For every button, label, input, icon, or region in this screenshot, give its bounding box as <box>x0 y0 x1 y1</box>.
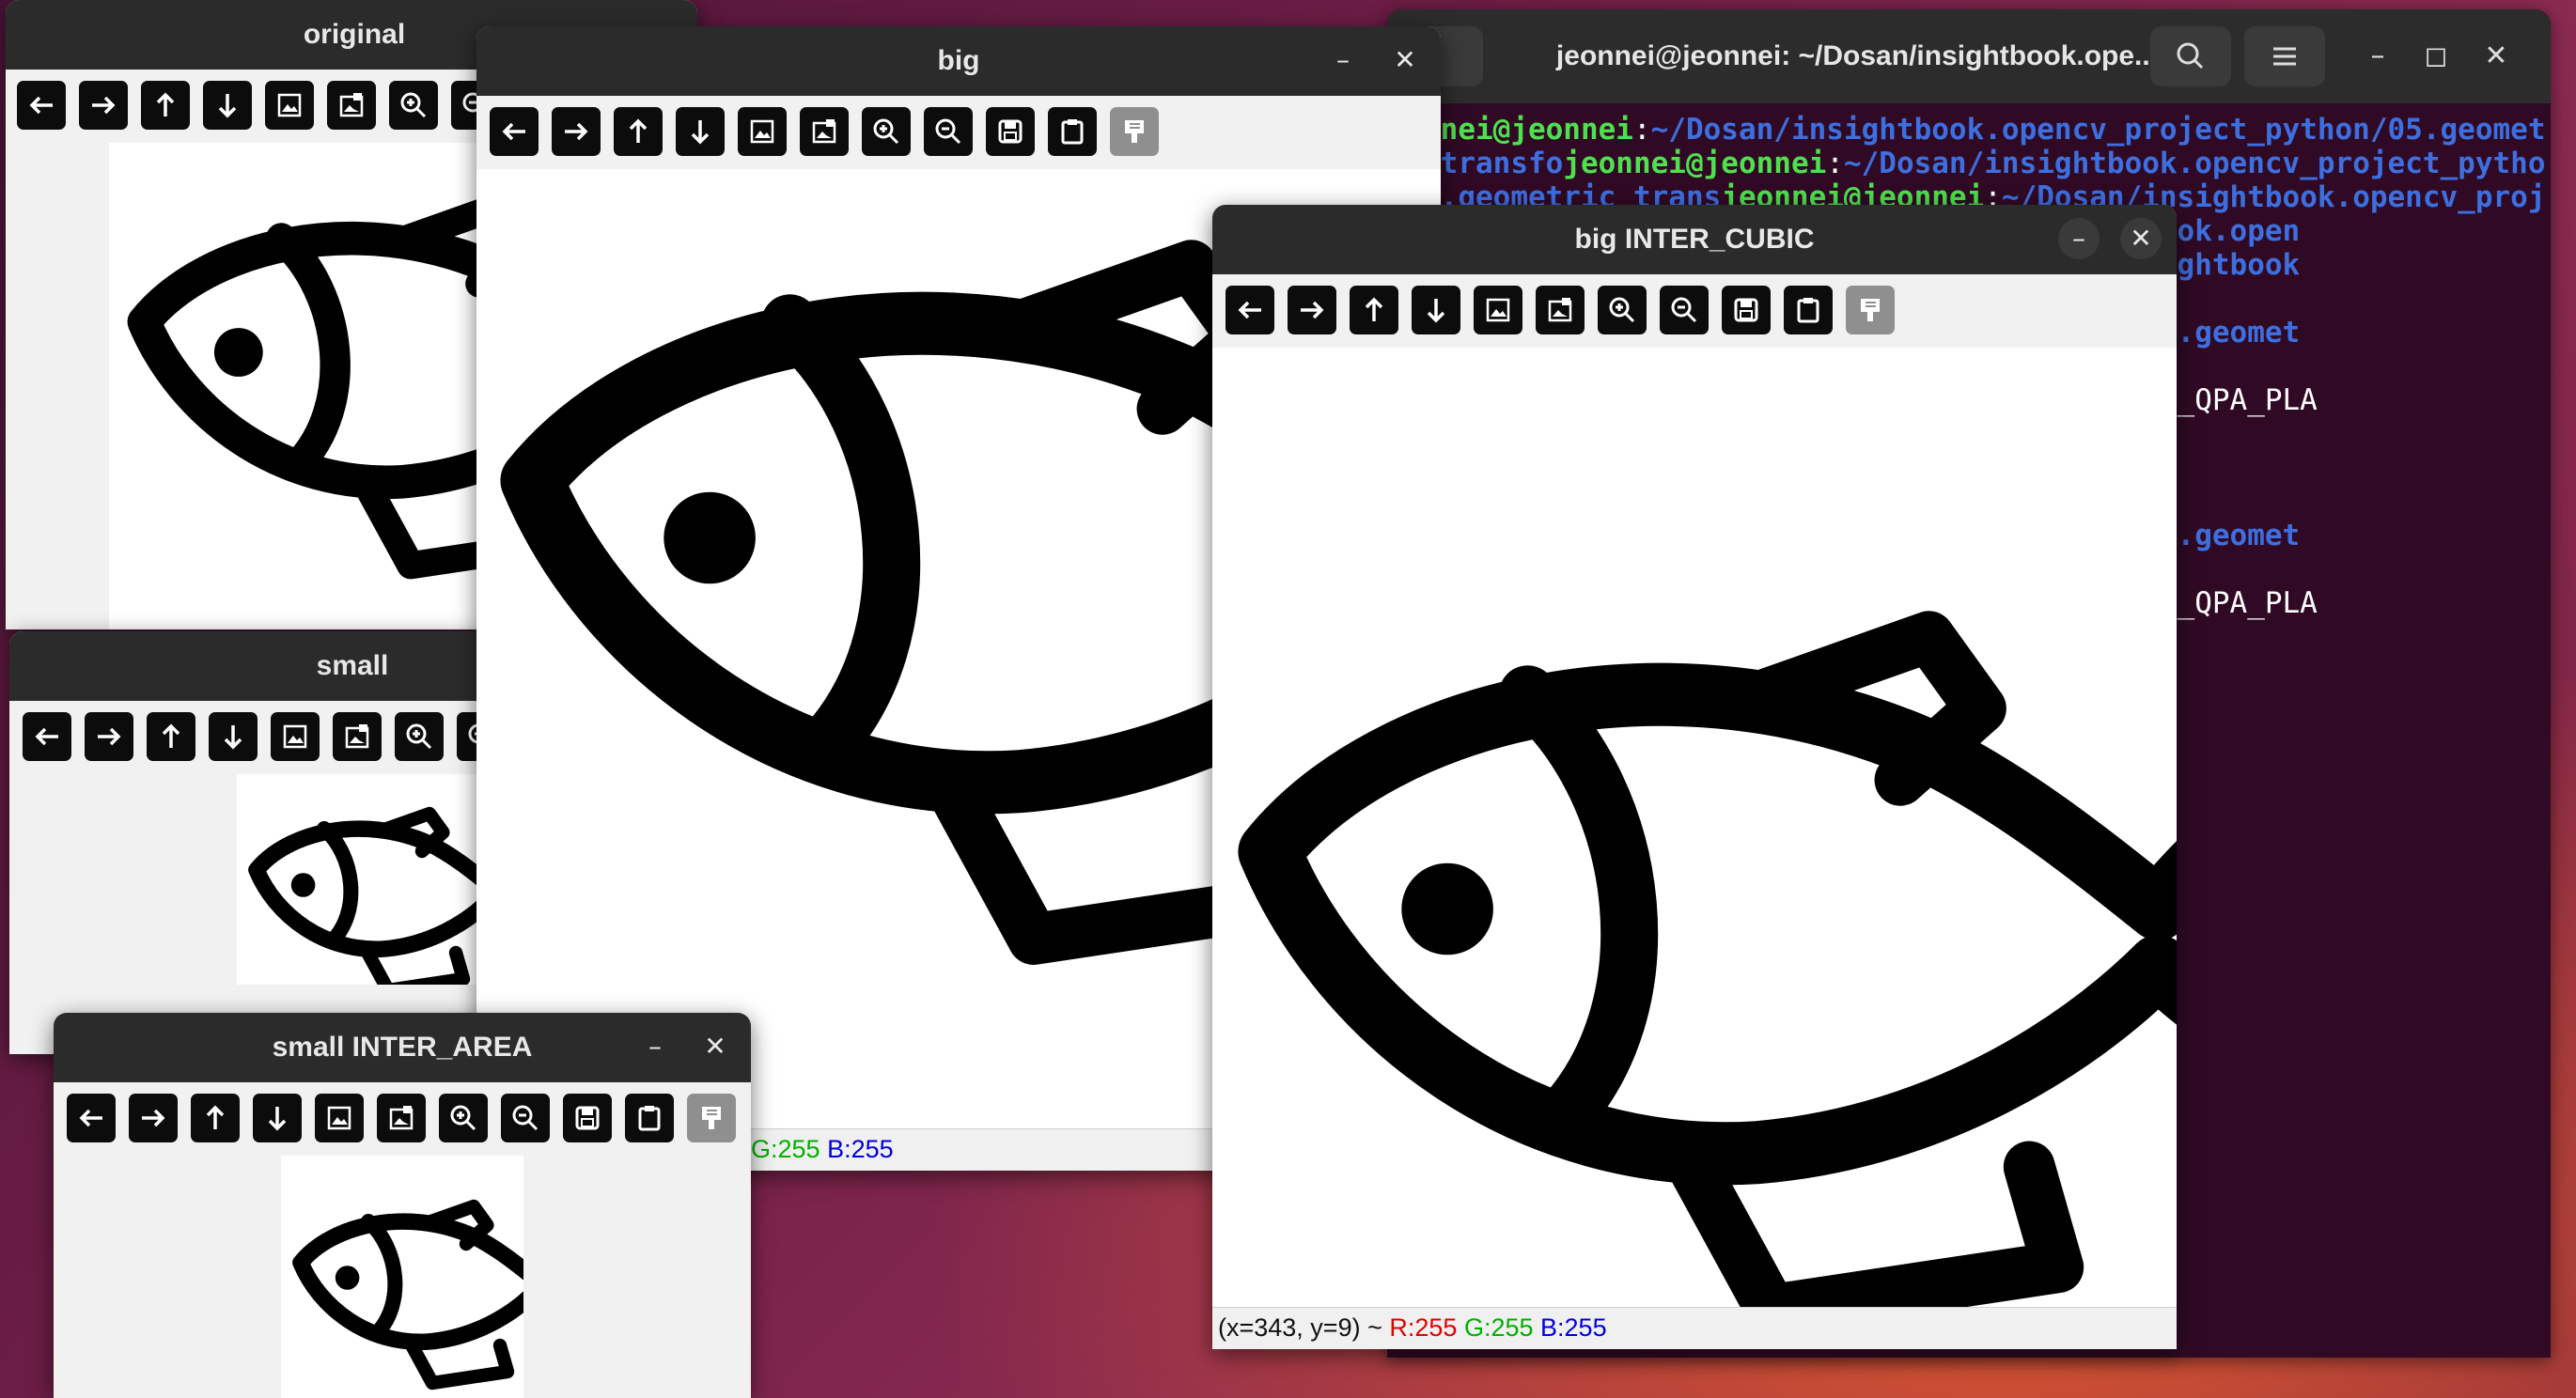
arrow-down-icon[interactable] <box>253 1094 302 1142</box>
arrow-down-icon[interactable] <box>203 81 252 130</box>
close-button[interactable]: ✕ <box>2120 218 2162 259</box>
arrow-up-icon[interactable] <box>141 81 190 130</box>
image-canvas[interactable] <box>54 1156 751 1398</box>
minimize-button[interactable]: – <box>1322 39 1364 81</box>
save-icon[interactable] <box>563 1094 612 1142</box>
properties-icon[interactable] <box>1110 107 1159 156</box>
image-canvas[interactable] <box>1212 348 2177 1308</box>
status-b: B:255 <box>1540 1313 1607 1342</box>
properties-icon[interactable] <box>687 1094 736 1142</box>
terminal-text: nnei@jeonnei <box>1423 113 1633 147</box>
arrow-up-icon[interactable] <box>147 712 195 761</box>
minimize-button[interactable]: – <box>634 1026 676 1067</box>
terminal-title: jeonnei@jeonnei: ~/Dosan/insightbook.ope… <box>1555 40 2159 71</box>
terminal-text: ~/Dosan/insightbook.opencv_project_pytho <box>1843 147 2546 180</box>
terminal-text: : <box>1632 113 1651 147</box>
properties-icon[interactable] <box>1846 286 1895 334</box>
zoom-original-icon[interactable] <box>333 712 382 761</box>
toolbar <box>476 96 1441 169</box>
zoom-fit-icon[interactable] <box>271 712 320 761</box>
search-button[interactable] <box>2150 26 2231 86</box>
close-button[interactable]: ✕ <box>695 1026 736 1067</box>
save-icon[interactable] <box>1722 286 1771 334</box>
zoom-fit-icon[interactable] <box>265 81 314 130</box>
window-titlebar[interactable]: big – ✕ <box>476 26 1441 96</box>
arrow-left-icon[interactable] <box>490 107 539 156</box>
hamburger-icon <box>2273 47 2296 66</box>
status-g: G:255 <box>1463 1313 1534 1342</box>
window-small-inter-area[interactable]: small INTER_AREA – ✕ <box>54 1013 751 1398</box>
zoom-fit-icon[interactable] <box>315 1094 364 1142</box>
terminal-text: ~/Dosan/insightbook.opencv_project_pytho… <box>1650 113 2546 147</box>
arrow-left-icon[interactable] <box>23 712 71 761</box>
menu-button[interactable] <box>2244 26 2325 86</box>
window-title: big <box>937 45 980 76</box>
maximize-icon[interactable]: ◻ <box>2413 34 2459 79</box>
toolbar <box>1212 274 2177 348</box>
arrow-up-icon[interactable] <box>191 1094 240 1142</box>
zoom-in-icon[interactable] <box>862 107 911 156</box>
zoom-in-icon[interactable] <box>395 712 444 761</box>
terminal-text: : <box>1826 147 1844 180</box>
status-bar: (x=343, y=9) ~ R:255 G:255 B:255 <box>1212 1307 2177 1349</box>
arrow-down-icon[interactable] <box>676 107 725 156</box>
arrow-down-icon[interactable] <box>209 712 258 761</box>
zoom-original-icon[interactable] <box>800 107 849 156</box>
search-icon <box>2177 42 2204 70</box>
arrow-right-icon[interactable] <box>129 1094 178 1142</box>
fish-image <box>281 1156 523 1398</box>
terminal-line: _transfojeonnei@jeonnei:~/Dosan/insightb… <box>1423 147 2546 180</box>
fish-drawing <box>292 1199 523 1390</box>
toolbar <box>54 1082 751 1156</box>
terminal-line: nnei@jeonnei:~/Dosan/insightbook.opencv_… <box>1423 113 2545 147</box>
arrow-right-icon[interactable] <box>79 81 128 130</box>
status-r: R:255 <box>1389 1313 1458 1342</box>
copy-clipboard-icon[interactable] <box>1784 286 1833 334</box>
window-titlebar[interactable]: big INTER_CUBIC – ✕ <box>1212 205 2177 274</box>
zoom-original-icon[interactable] <box>1536 286 1585 334</box>
arrow-down-icon[interactable] <box>1412 286 1460 334</box>
copy-clipboard-icon[interactable] <box>625 1094 674 1142</box>
fish-drawing <box>248 806 481 985</box>
zoom-in-icon[interactable] <box>439 1094 488 1142</box>
arrow-left-icon[interactable] <box>67 1094 116 1142</box>
status-g: G:255 <box>751 1135 820 1163</box>
arrow-right-icon[interactable] <box>1288 286 1336 334</box>
minimize-icon[interactable]: – <box>2355 34 2400 79</box>
fish-image <box>1212 348 2177 1308</box>
fish-image <box>237 774 481 985</box>
zoom-out-icon[interactable] <box>924 107 973 156</box>
copy-clipboard-icon[interactable] <box>1048 107 1097 156</box>
zoom-out-icon[interactable] <box>1660 286 1709 334</box>
window-titlebar[interactable]: small INTER_AREA – ✕ <box>54 1013 751 1082</box>
zoom-in-icon[interactable] <box>389 81 438 130</box>
terminal-titlebar[interactable]: | jeonnei@jeonnei: ~/Dosan/insightbook.o… <box>1387 9 2551 103</box>
arrow-left-icon[interactable] <box>1226 286 1274 334</box>
arrow-up-icon[interactable] <box>1350 286 1398 334</box>
close-button[interactable]: ✕ <box>1384 39 1426 81</box>
fish-drawing <box>1238 611 2177 1308</box>
window-title: big INTER_CUBIC <box>1574 224 1815 255</box>
arrow-left-icon[interactable] <box>17 81 66 130</box>
zoom-fit-icon[interactable] <box>738 107 787 156</box>
window-big-inter-cubic[interactable]: big INTER_CUBIC – ✕ (x=343, y=9) ~ R:255… <box>1212 205 2177 1349</box>
zoom-out-icon[interactable] <box>501 1094 550 1142</box>
close-icon[interactable]: ✕ <box>2474 34 2519 79</box>
zoom-fit-icon[interactable] <box>1474 286 1522 334</box>
terminal-text: _transfo <box>1423 147 1564 180</box>
arrow-right-icon[interactable] <box>85 712 133 761</box>
save-icon[interactable] <box>986 107 1035 156</box>
zoom-original-icon[interactable] <box>327 81 376 130</box>
zoom-original-icon[interactable] <box>377 1094 426 1142</box>
terminal-text: jeonnei@jeonnei <box>1563 147 1827 180</box>
arrow-right-icon[interactable] <box>552 107 601 156</box>
arrow-up-icon[interactable] <box>614 107 663 156</box>
zoom-in-icon[interactable] <box>1598 286 1647 334</box>
minimize-button[interactable]: – <box>2058 218 2100 259</box>
status-coords: (x=343, y=9) ~ <box>1218 1313 1382 1342</box>
status-b: B:255 <box>827 1135 894 1163</box>
